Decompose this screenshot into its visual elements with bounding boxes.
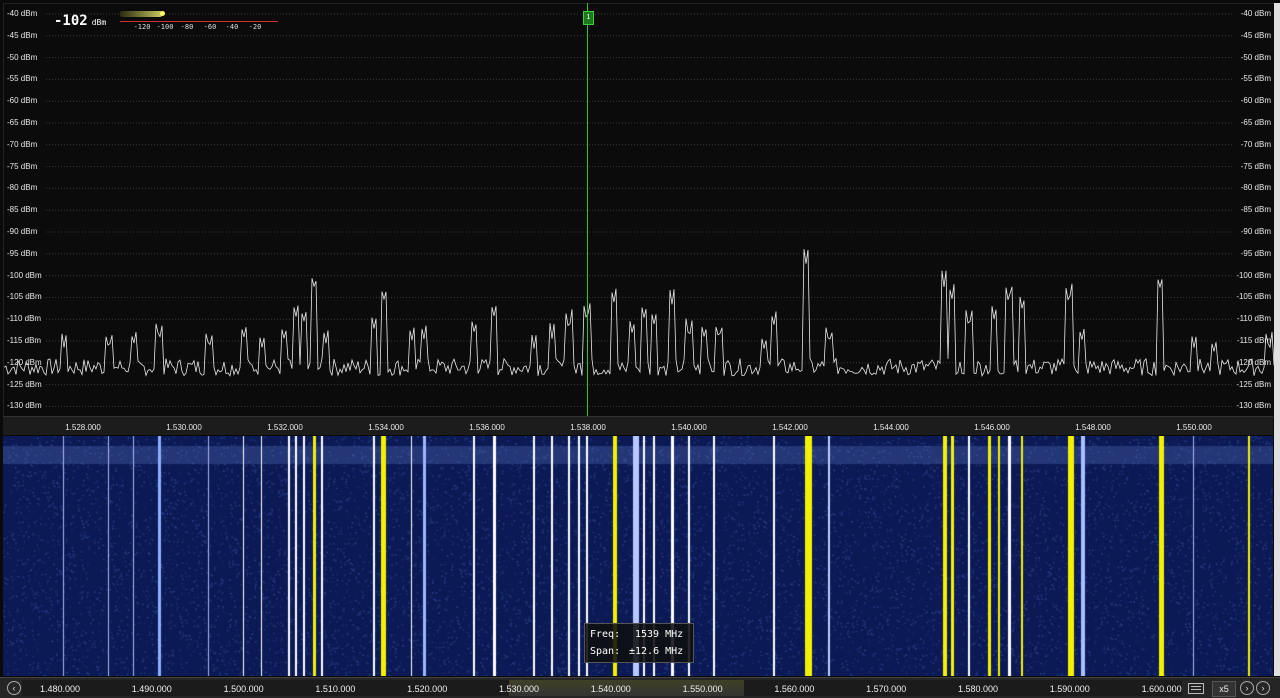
signal-level-bar (120, 11, 162, 17)
spectrum-display[interactable]: -102 dBm -120 -100 -80 -60 -40 -20 -40 dB… (3, 3, 1275, 418)
y-axis-label-left: -95 dBm (7, 248, 38, 258)
overview-axis-label: 1.540.000 (590, 684, 631, 694)
level-scale-tick: -60 (203, 23, 217, 31)
y-axis-label-right: -120 dBm (1236, 357, 1271, 367)
frequency-axis-label: 1.536.000 (469, 423, 505, 432)
y-axis-label-left: -120 dBm (7, 357, 42, 367)
level-scale-tick: -80 (180, 23, 194, 31)
y-axis-label-right: -80 dBm (1240, 183, 1271, 193)
frequency-axis-label: 1.540.000 (671, 423, 707, 432)
frequency-axis-label: 1.544.000 (873, 423, 909, 432)
y-axis-label-left: -90 dBm (7, 227, 38, 236)
y-axis-label-right: -75 dBm (1240, 161, 1271, 171)
y-axis-label-left: -100 dBm (7, 270, 42, 280)
y-axis-label-left: -130 dBm (7, 401, 42, 411)
overview-axis-label: 1.500.000 (223, 684, 264, 694)
zoom-button[interactable]: x5 (1212, 681, 1236, 697)
frequency-axis[interactable]: 1.528.000 1.530.000 1.532.000 1.534.000 1.53… (3, 416, 1273, 435)
chevron-left-icon[interactable]: ‹ (7, 681, 21, 695)
overview-axis-label: 1.600.000 (1141, 684, 1182, 694)
y-axis-label-left: -80 dBm (7, 183, 38, 193)
spectrum-grid (4, 13, 1274, 407)
frequency-axis-label: 1.528.000 (65, 423, 101, 432)
band-overview[interactable]: 1.480.000 1.490.000 1.500.000 1.510.000 1.52… (22, 680, 1182, 696)
tooltip-freq-label: Freq: (590, 629, 621, 640)
frequency-axis-label: 1.530.000 (166, 423, 202, 432)
overview-bar: ‹ 1.480.000 1.490.000 1.500.000 1.510.000 1.… (0, 677, 1280, 698)
y-axis-label-right: -110 dBm (1236, 314, 1271, 324)
chevron-right-end-icon[interactable]: › (1256, 681, 1270, 695)
y-axis-label-right: -70 dBm (1240, 139, 1271, 149)
signal-level-unit: dBm (91, 18, 107, 27)
keyboard-icon[interactable] (1188, 683, 1204, 694)
overview-axis-label: 1.570.000 (866, 684, 907, 694)
right-scrollbar[interactable] (1274, 3, 1280, 676)
spectrum-trace (4, 249, 1274, 377)
overview-axis-label: 1.530.000 (498, 684, 540, 694)
y-axis-label-right: -115 dBm (1236, 336, 1271, 345)
overview-axis-label: 1.560.000 (774, 684, 815, 694)
overview-axis-label: 1.480.000 (39, 684, 81, 694)
frequency-axis-label: 1.548.000 (1075, 423, 1111, 432)
y-axis-label-right: -55 dBm (1240, 74, 1271, 84)
y-axis-label-right: -90 dBm (1240, 227, 1271, 236)
y-axis-label-right: -125 dBm (1236, 379, 1271, 389)
tooltip-freq-value: 1539 MHz (635, 629, 684, 640)
overview-axis-label: 1.580.000 (957, 684, 999, 694)
y-axis-label-left: -125 dBm (7, 379, 42, 389)
tooltip-span-label: Span: (590, 646, 621, 657)
frequency-tooltip: Freq: 1539 MHz Span: ±12.6 MHz (584, 623, 694, 663)
y-axis-label-right: -40 dBm (1240, 9, 1271, 18)
signal-level-value: -102 (54, 13, 88, 29)
tooltip-span-value: ±12.6 MHz (629, 646, 684, 657)
y-axis-label-left: -60 dBm (7, 96, 38, 106)
y-axis-label-left: -45 dBm (7, 30, 38, 40)
y-axis-label-right: -100 dBm (1236, 270, 1271, 280)
signal-level-scale-line (120, 21, 278, 22)
y-axis-label-right: -60 dBm (1240, 96, 1271, 106)
overview-axis-label: 1.510.000 (315, 684, 356, 694)
y-axis-label-left: -115 dBm (7, 336, 42, 345)
chevron-right-icon[interactable]: › (1240, 681, 1254, 695)
y-axis-label-left: -40 dBm (7, 9, 38, 18)
y-axis-label-left: -70 dBm (7, 139, 38, 149)
frequency-axis-label: 1.550.000 (1176, 423, 1212, 432)
frequency-axis-label: 1.532.000 (267, 423, 303, 432)
frequency-marker-line[interactable] (587, 3, 588, 416)
frequency-axis-label: 1.538.000 (570, 423, 606, 432)
y-axis-label-right: -65 dBm (1240, 118, 1271, 127)
y-axis-label-left: -105 dBm (7, 292, 42, 302)
level-scale-tick: -20 (248, 23, 262, 31)
overview-axis-label: 1.490.000 (131, 684, 172, 694)
signal-level-indicator (160, 11, 165, 16)
overview-axis-label: 1.590.000 (1049, 684, 1090, 694)
y-axis-label-right: -105 dBm (1236, 292, 1271, 302)
y-axis-label-left: -85 dBm (7, 205, 38, 215)
overview-axis-label: 1.550.000 (682, 684, 723, 694)
frequency-axis-label: 1.542.000 (772, 423, 808, 432)
y-axis-label-right: -50 dBm (1240, 52, 1271, 62)
y-axis-label-left: -50 dBm (7, 52, 38, 62)
signal-level-meter: -120 -100 -80 -60 -40 -20 (120, 10, 278, 31)
frequency-axis-label: 1.546.000 (974, 423, 1010, 432)
overview-axis-label: 1.520.000 (407, 684, 448, 694)
frequency-axis-label: 1.534.000 (368, 423, 404, 432)
y-axis-label-right: -130 dBm (1236, 401, 1271, 411)
sdr-receiver-window: -102 dBm -120 -100 -80 -60 -40 -20 -40 dB… (0, 0, 1280, 698)
y-axis-label-right: -45 dBm (1240, 30, 1271, 40)
signal-level-readout: -102 dBm (54, 10, 106, 29)
y-axis-label-left: -55 dBm (7, 74, 38, 84)
y-axis-label-right: -85 dBm (1240, 205, 1271, 215)
y-axis-label-left: -75 dBm (7, 161, 38, 171)
y-axis-label-right: -95 dBm (1240, 248, 1271, 258)
level-scale-tick: -40 (225, 23, 239, 31)
y-axis-label-left: -65 dBm (7, 118, 38, 127)
y-axis-label-left: -110 dBm (7, 314, 42, 324)
frequency-marker-handle[interactable]: 1 (583, 11, 594, 25)
level-scale-tick: -120 (133, 23, 151, 31)
level-scale-tick: -100 (156, 23, 174, 31)
